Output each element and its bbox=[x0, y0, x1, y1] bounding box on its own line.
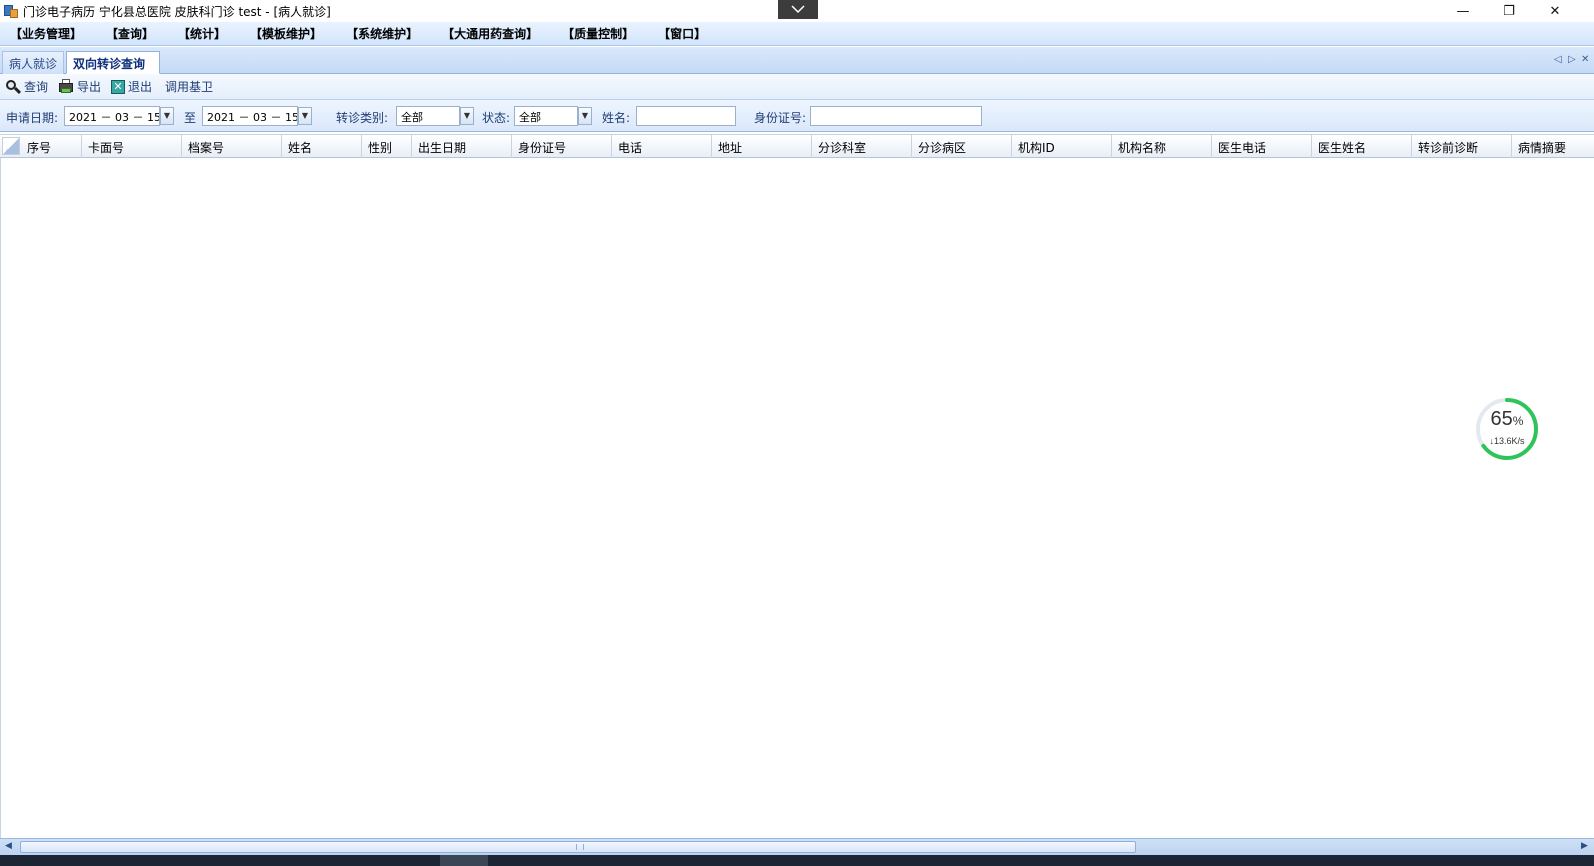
column-header-birth-date[interactable]: 出生日期 bbox=[412, 135, 512, 158]
tab-scroll-right-icon[interactable]: ▷ bbox=[1568, 54, 1576, 65]
chevron-down-icon[interactable] bbox=[778, 0, 818, 19]
query-button[interactable]: 查询 bbox=[5, 78, 48, 95]
document-tab-strip: 病人就诊 双向转诊查询 ◁ ▷ ✕ bbox=[0, 47, 1594, 74]
search-icon bbox=[5, 79, 22, 95]
call-jiwei-label: 调用基卫 bbox=[165, 80, 214, 94]
column-header-seq[interactable]: 序号 bbox=[21, 135, 82, 158]
date-to-dropdown-icon[interactable]: ▼ bbox=[298, 107, 312, 125]
scrollbar-grip-icon bbox=[576, 844, 584, 850]
date-to-input[interactable]: 2021 － 03 － 15 bbox=[202, 106, 298, 126]
column-header-triage-ward[interactable]: 分诊病区 bbox=[912, 135, 1012, 158]
column-header-gender[interactable]: 性别 bbox=[362, 135, 412, 158]
referral-type-dropdown-icon[interactable]: ▼ bbox=[460, 107, 474, 125]
scrollbar-thumb[interactable] bbox=[20, 841, 1136, 853]
column-header-doctor-phone[interactable]: 医生电话 bbox=[1212, 135, 1312, 158]
call-jiwei-button[interactable]: 调用基卫 bbox=[162, 78, 213, 95]
close-window-button[interactable]: ✕ bbox=[1532, 0, 1578, 22]
id-card-input[interactable] bbox=[810, 106, 982, 126]
progress-percent-sign: % bbox=[1512, 414, 1524, 428]
tab-referral-query[interactable]: 双向转诊查询 bbox=[66, 51, 161, 74]
progress-percent-number: 65 bbox=[1490, 408, 1513, 430]
select-all-corner[interactable] bbox=[2, 137, 20, 155]
menu-window[interactable]: 【窗口】 bbox=[658, 25, 706, 42]
progress-percent: 65% bbox=[1474, 408, 1540, 431]
menu-template-maintenance[interactable]: 【模板维护】 bbox=[250, 25, 322, 42]
toolbar: 查询 导出 ✕ 退出 调用基卫 bbox=[0, 74, 1594, 100]
referral-type-select[interactable]: 全部 bbox=[396, 106, 460, 126]
minimize-button[interactable]: — bbox=[1440, 0, 1486, 22]
grid-body[interactable] bbox=[0, 158, 1594, 838]
name-label: 姓名: bbox=[602, 111, 631, 125]
menu-drug-query[interactable]: 【大通用药查询】 bbox=[442, 25, 538, 42]
tab-patient-visit[interactable]: 病人就诊 bbox=[2, 51, 65, 74]
id-card-label: 身份证号: bbox=[754, 111, 807, 125]
column-header-phone[interactable]: 电话 bbox=[612, 135, 712, 158]
column-header-name[interactable]: 姓名 bbox=[282, 135, 362, 158]
date-from-dropdown-icon[interactable]: ▼ bbox=[160, 107, 174, 125]
column-header-address[interactable]: 地址 bbox=[712, 135, 812, 158]
filter-bar: 申请日期: 2021 － 03 － 15 ▼ 至 2021 － 03 － 15 … bbox=[0, 100, 1594, 132]
app-logo-icon bbox=[3, 3, 19, 19]
column-header-org-name[interactable]: 机构名称 bbox=[1112, 135, 1212, 158]
apply-date-label: 申请日期: bbox=[6, 111, 59, 125]
export-button-label: 导出 bbox=[77, 80, 102, 94]
horizontal-scrollbar[interactable]: ◀ ▶ bbox=[0, 838, 1594, 855]
status-select[interactable]: 全部 bbox=[514, 106, 578, 126]
exit-icon: ✕ bbox=[111, 79, 126, 94]
status-label: 状态: bbox=[482, 111, 511, 125]
menu-quality-control[interactable]: 【质量控制】 bbox=[562, 25, 634, 42]
download-speed: ↓13.6K/s bbox=[1489, 436, 1525, 446]
title-bar: 门诊电子病历 宁化县总医院 皮肤科门诊 test - [病人就诊] — ❐ ✕ bbox=[0, 0, 1594, 22]
menu-bar: 【业务管理】 【查询】 【统计】 【模板维护】 【系统维护】 【大通用药查询】 … bbox=[0, 22, 1594, 46]
date-from-input[interactable]: 2021 － 03 － 15 bbox=[64, 106, 160, 126]
column-header-file-no[interactable]: 档案号 bbox=[182, 135, 282, 158]
restore-button[interactable]: ❐ bbox=[1486, 0, 1532, 22]
app-window: 门诊电子病历 宁化县总医院 皮肤科门诊 test - [病人就诊] — ❐ ✕ … bbox=[0, 0, 1594, 866]
taskbar bbox=[0, 855, 1594, 866]
scroll-right-arrow-icon[interactable]: ▶ bbox=[1581, 841, 1588, 851]
column-header-card-no[interactable]: 卡面号 bbox=[82, 135, 182, 158]
tab-scroll-left-icon[interactable]: ◁ bbox=[1554, 54, 1562, 65]
tab-close-icon[interactable]: ✕ bbox=[1581, 54, 1589, 65]
menu-business-management[interactable]: 【业务管理】 bbox=[10, 25, 82, 42]
menu-query[interactable]: 【查询】 bbox=[106, 25, 154, 42]
column-header-triage-dept[interactable]: 分诊科室 bbox=[812, 135, 912, 158]
referral-type-label: 转诊类别: bbox=[336, 111, 389, 125]
exit-button-label: 退出 bbox=[128, 80, 153, 94]
taskbar-item[interactable] bbox=[440, 855, 488, 866]
column-header-doctor-name[interactable]: 医生姓名 bbox=[1312, 135, 1412, 158]
grid-header: 序号 卡面号 档案号 姓名 性别 出生日期 身份证号 电话 地址 分诊科室 分诊… bbox=[0, 134, 1594, 158]
window-title: 门诊电子病历 宁化县总医院 皮肤科门诊 test - [病人就诊] bbox=[23, 4, 331, 19]
menu-system-maintenance[interactable]: 【系统维护】 bbox=[346, 25, 418, 42]
printer-icon bbox=[58, 78, 74, 95]
network-speed-widget[interactable]: 65% ↓13.6K/s bbox=[1474, 396, 1540, 462]
column-header-summary[interactable]: 病情摘要 bbox=[1512, 135, 1594, 158]
status-dropdown-icon[interactable]: ▼ bbox=[578, 107, 592, 125]
export-button[interactable]: 导出 bbox=[58, 78, 101, 95]
column-header-org-id[interactable]: 机构ID bbox=[1012, 135, 1112, 158]
column-header-id-card[interactable]: 身份证号 bbox=[512, 135, 612, 158]
exit-button[interactable]: ✕ 退出 bbox=[111, 78, 152, 95]
scroll-left-arrow-icon[interactable]: ◀ bbox=[5, 841, 12, 851]
menu-statistics[interactable]: 【统计】 bbox=[178, 25, 226, 42]
to-label: 至 bbox=[184, 111, 197, 125]
query-button-label: 查询 bbox=[24, 80, 49, 94]
name-input[interactable] bbox=[636, 106, 736, 126]
column-header-pre-diagnosis[interactable]: 转诊前诊断 bbox=[1412, 135, 1512, 158]
